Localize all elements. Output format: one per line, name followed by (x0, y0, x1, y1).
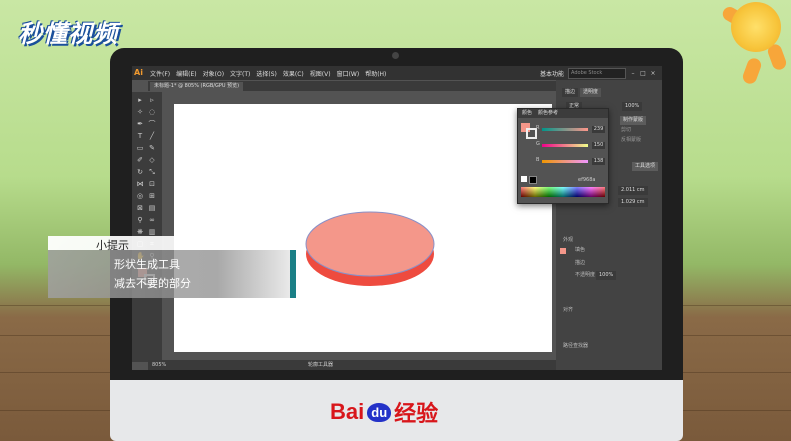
menu-bar: Ai 文件(F) 编辑(E) 对象(O) 文字(T) 选择(S) 效果(C) 视… (132, 66, 662, 80)
lasso-tool-icon[interactable]: ◌ (148, 108, 156, 116)
eyedropper-tool-icon[interactable]: ⚲ (136, 216, 144, 224)
app-logo: Ai (134, 68, 143, 77)
maximize-button[interactable]: □ (640, 70, 646, 77)
shaper-tool-icon[interactable]: ✐ (136, 156, 144, 164)
hex-value[interactable]: ef968a (578, 177, 595, 183)
workspace-switcher[interactable]: 基本功能 (540, 69, 564, 78)
tab-stroke[interactable]: 描边 (562, 88, 579, 97)
menu-view[interactable]: 视图(V) (310, 69, 331, 78)
menu-object[interactable]: 对象(O) (203, 69, 224, 78)
tool-options-button[interactable]: 工具选项 (632, 162, 659, 171)
baidu-paw-icon: du (367, 402, 392, 422)
paintbrush-tool-icon[interactable]: ✎ (148, 144, 156, 152)
tip-accent-bar (290, 250, 296, 298)
color-panel-tabs: 颜色 颜色参考 (518, 109, 608, 118)
opacity-field[interactable]: 100% (622, 102, 643, 111)
color-spectrum-shade (521, 187, 605, 197)
tools-panel: ▸ ▹ ✧ ◌ ✒ ⌒ T ╱ ▭ ✎ ✐ ◇ ↻ ⤡ ⋈ ⊡ ◎ ⊞ ⊠ ▤ … (132, 92, 162, 362)
green-value[interactable]: 150 (592, 142, 605, 149)
clip-checkbox[interactable]: 剪切 (618, 126, 634, 135)
sun-icon (731, 2, 781, 52)
green-slider[interactable] (542, 144, 588, 147)
menu-type[interactable]: 文字(T) (230, 69, 250, 78)
tab-color-guide[interactable]: 颜色参考 (538, 109, 558, 118)
document-tab-bar: 未标题-1* @ 805% (RGB/GPU 预览) (148, 81, 558, 91)
red-slider[interactable] (542, 128, 588, 131)
red-value[interactable]: 239 (592, 126, 605, 133)
blue-label: B (536, 157, 540, 163)
fill-label: 填色 (575, 247, 586, 253)
symbol-sprayer-tool-icon[interactable]: ❋ (136, 228, 144, 236)
tip-title-bar: 小提示 (48, 236, 248, 252)
baidu-jingyan-text: 经验 (394, 401, 439, 426)
tip-body: 形状生成工具 减去不要的部分 (48, 250, 290, 298)
selection-tool-icon[interactable]: ▸ (136, 96, 144, 104)
black-swatch[interactable] (529, 176, 537, 184)
baidu-logo: Bai du 经验 (330, 396, 438, 428)
graph-tool-icon[interactable]: ▥ (148, 228, 156, 236)
tip-line-2: 减去不要的部分 (114, 277, 191, 290)
tab-transparency[interactable]: 透明度 (580, 88, 602, 97)
close-button[interactable]: × (650, 70, 656, 77)
tab-color[interactable]: 颜色 (522, 109, 532, 118)
ellipse-top (305, 211, 435, 277)
camera-icon (392, 52, 399, 59)
width-tool-icon[interactable]: ⋈ (136, 180, 144, 188)
eraser-tool-icon[interactable]: ◇ (148, 156, 156, 164)
rotate-tool-icon[interactable]: ↻ (136, 168, 144, 176)
blue-slider[interactable] (542, 160, 588, 163)
current-tool-status: 轮廓工具器 (308, 362, 334, 368)
tip-overlay: 小提示 形状生成工具 减去不要的部分 (48, 236, 296, 298)
menu-right-controls: 基本功能 Adobe Stock – □ × (540, 68, 656, 79)
menu-window[interactable]: 窗口(W) (337, 69, 360, 78)
document-tab[interactable]: 未标题-1* @ 805% (RGB/GPU 预览) (150, 82, 244, 91)
height-field[interactable]: 1.029 cm (618, 198, 648, 207)
zoom-level[interactable]: 805% (152, 360, 166, 370)
direct-selection-tool-icon[interactable]: ▹ (148, 96, 156, 104)
pen-tool-icon[interactable]: ✒ (136, 120, 144, 128)
free-transform-tool-icon[interactable]: ⊡ (148, 180, 156, 188)
white-swatch[interactable] (521, 176, 527, 182)
shape-builder-tool-icon[interactable]: ◎ (136, 192, 144, 200)
stock-search-input[interactable]: Adobe Stock (568, 68, 626, 79)
stroke-label: 描边 (575, 260, 586, 266)
menu-edit[interactable]: 编辑(E) (176, 69, 196, 78)
tip-line-1: 形状生成工具 (114, 258, 180, 271)
rectangle-tool-icon[interactable]: ▭ (136, 144, 144, 152)
ellipse-shape[interactable] (304, 208, 436, 288)
channel-logo: 秒懂视频 (18, 20, 118, 48)
menu-file[interactable]: 文件(F) (150, 69, 170, 78)
width-field[interactable]: 2.011 cm (618, 186, 648, 195)
blend-tool-icon[interactable]: ∞ (148, 216, 156, 224)
menu-effect[interactable]: 效果(C) (283, 69, 304, 78)
minimize-button[interactable]: – (630, 70, 636, 77)
baidu-text: Bai (330, 399, 365, 424)
menu-select[interactable]: 选择(S) (256, 69, 277, 78)
blue-value[interactable]: 138 (592, 158, 605, 165)
red-label: R (536, 125, 540, 131)
appearance-opacity-field[interactable]: 100% (596, 271, 617, 280)
type-tool-icon[interactable]: T (136, 132, 144, 140)
make-mask-button[interactable]: 制作蒙版 (620, 116, 647, 125)
mesh-tool-icon[interactable]: ⊠ (136, 204, 144, 212)
status-bar: 805% 轮廓工具器 (148, 360, 560, 370)
scale-tool-icon[interactable]: ⤡ (148, 168, 156, 176)
curvature-tool-icon[interactable]: ⌒ (148, 120, 156, 128)
line-tool-icon[interactable]: ╱ (148, 132, 156, 140)
align-label: 对齐 (563, 307, 574, 313)
pathfinder-label: 路径查找器 (563, 343, 589, 349)
gradient-tool-icon[interactable]: ▤ (148, 204, 156, 212)
green-label: G (536, 141, 540, 147)
invert-mask-checkbox[interactable]: 反相蒙版 (618, 136, 644, 145)
fill-color-swatch[interactable] (560, 248, 566, 254)
appearance-label: 外观 (563, 237, 574, 243)
magic-wand-icon[interactable]: ✧ (136, 108, 144, 116)
opacity-label: 不透明度 (575, 272, 596, 278)
menu-help[interactable]: 帮助(H) (365, 69, 386, 78)
color-panel: 颜色 颜色参考 R 239 G 150 B 138 ef968a (517, 108, 609, 204)
illustrator-window: Ai 文件(F) 编辑(E) 对象(O) 文字(T) 选择(S) 效果(C) 视… (132, 66, 662, 370)
perspective-grid-tool-icon[interactable]: ⊞ (148, 192, 156, 200)
